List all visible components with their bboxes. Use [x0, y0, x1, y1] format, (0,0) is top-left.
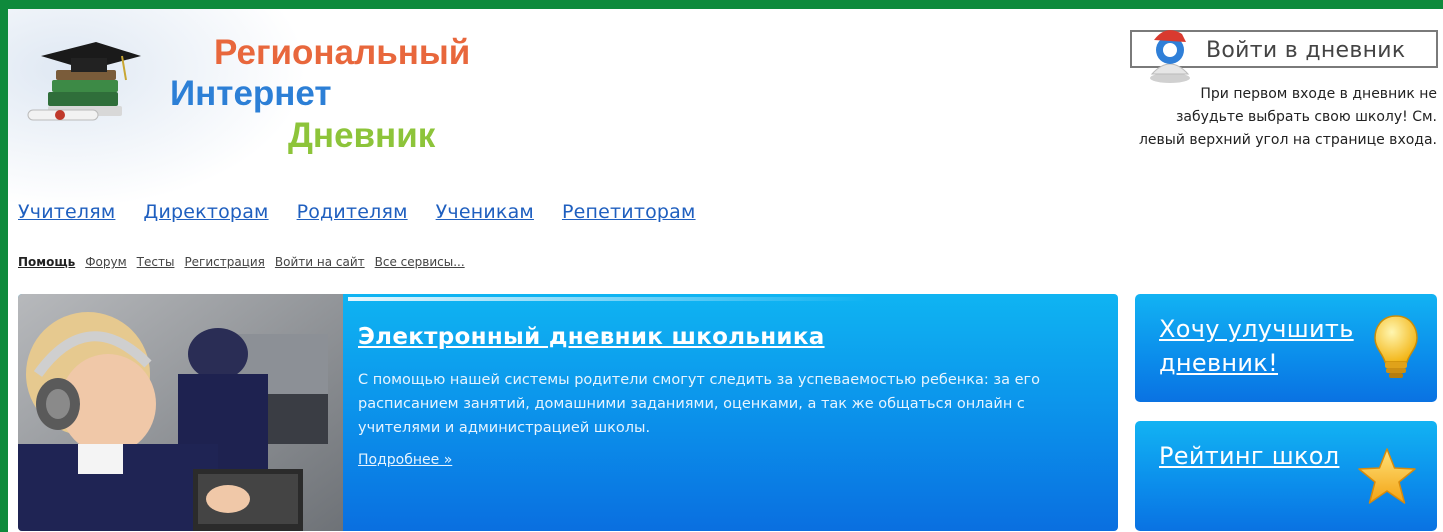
banner-description: С помощью нашей системы родители смогут …: [358, 372, 1040, 436]
user-icon: [1150, 30, 1190, 83]
nav-tutors[interactable]: Репетиторам: [562, 201, 696, 223]
school-rating-card[interactable]: Рейтинг школ: [1135, 421, 1437, 531]
lightbulb-icon: [1374, 315, 1418, 378]
nav-directors[interactable]: Директорам: [143, 201, 268, 223]
improve-diary-card[interactable]: Хочу улучшить дневник!: [1135, 294, 1437, 402]
banner-highlight: [348, 297, 868, 301]
subnav-forum[interactable]: Форум: [85, 255, 126, 269]
login-diary-button[interactable]: Войти в дневник: [1130, 30, 1438, 83]
banner-more-link[interactable]: Подробнее »: [358, 452, 452, 468]
page-frame: Региональный Интернет Дневник Войти в дн…: [8, 9, 1443, 532]
subnav-login-site[interactable]: Войти на сайт: [275, 255, 365, 269]
login-button-label: Войти в дневник: [1206, 38, 1406, 63]
nav-parents[interactable]: Родителям: [297, 201, 408, 223]
nav-teachers[interactable]: Учителям: [18, 201, 115, 223]
subnav-help[interactable]: Помощь: [18, 255, 75, 269]
nav-students[interactable]: Ученикам: [436, 201, 534, 223]
logo-text-line-1: Региональный: [214, 33, 471, 72]
student-photo: [18, 294, 343, 531]
banner-title-link[interactable]: Электронный дневник школьника: [358, 324, 825, 350]
school-rating-link[interactable]: Рейтинг школ: [1159, 439, 1369, 473]
promo-banner: Электронный дневник школьника С помощью …: [18, 294, 1118, 531]
star-icon: [1358, 448, 1416, 504]
graduation-cap-icon: [27, 42, 141, 121]
logo-text-line-3: Дневник: [288, 116, 436, 155]
subnav-registration[interactable]: Регистрация: [184, 255, 264, 269]
improve-diary-link[interactable]: Хочу улучшить дневник!: [1159, 312, 1369, 380]
subnav-tests[interactable]: Тесты: [137, 255, 175, 269]
login-note: При первом входе в дневник не забудьте в…: [1138, 86, 1437, 148]
sub-nav: Помощь Форум Тесты Регистрация Войти на …: [18, 255, 465, 269]
subnav-all-services[interactable]: Все сервисы...: [375, 255, 465, 269]
main-nav: Учителям Директорам Родителям Ученикам Р…: [18, 201, 696, 223]
logo-text-line-2: Интернет: [170, 74, 332, 113]
